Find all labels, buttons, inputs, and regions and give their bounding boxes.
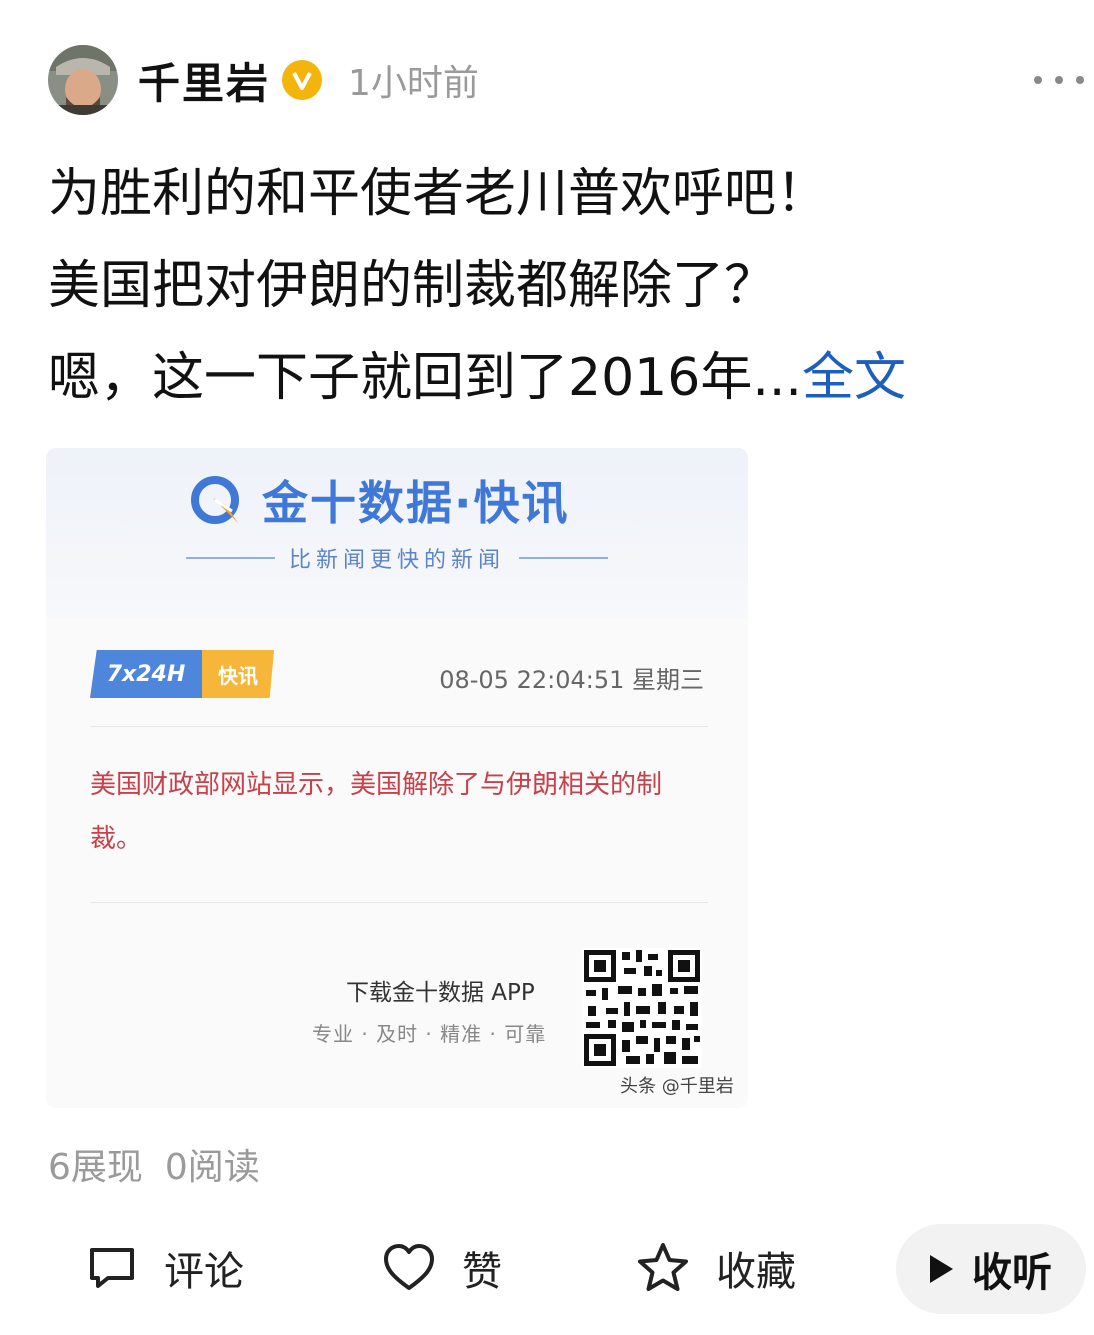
post-text: 为胜利的和平使者老川普欢呼吧！ 美国把对伊朗的制裁都解除了？ 嗯，这一下子就回到… — [48, 148, 1078, 424]
author-avatar[interactable] — [48, 45, 118, 115]
download-title: 下载金十数据 APP — [346, 980, 535, 1006]
slogan-line-right — [519, 557, 609, 559]
card-banner: 金十数据·快讯 比新闻更快的新闻 — [46, 448, 748, 618]
slogan: 比新闻更快的新闻 — [289, 548, 506, 573]
slogan-line-left — [186, 557, 275, 559]
news-text: 美国财政部网站显示，美国解除了与伊朗相关的制裁。 — [90, 770, 663, 854]
post-time: 1小时前 — [348, 63, 479, 104]
jin10-logo-icon — [191, 476, 239, 524]
watermark: 头条 @千里岩 — [620, 1076, 734, 1097]
favorite-label: 收藏 — [716, 1249, 796, 1295]
comment-button[interactable]: 评论 — [86, 1238, 244, 1298]
post-line: 嗯，这一下子就回到了2016年...全文 — [48, 332, 1078, 424]
heart-icon — [384, 1244, 434, 1290]
slogan-row: 比新闻更快的新闻 — [186, 540, 609, 576]
divider — [90, 902, 708, 903]
more-options-icon[interactable] — [1034, 60, 1084, 100]
card-body: 7x24H 快讯 08-05 22:04:51 星期三 美国财政部网站显示，美国… — [46, 618, 748, 1108]
listen-label: 收听 — [972, 1250, 1052, 1296]
flash-badge: 7x24H 快讯 — [90, 650, 274, 698]
badge-flash: 快讯 — [202, 650, 274, 698]
play-icon — [930, 1255, 953, 1283]
logo-text: 金十数据·快讯 — [262, 476, 570, 530]
post-stats: 6展现 0阅读 — [48, 1138, 260, 1190]
jin10-logo: 金十数据·快讯 — [186, 470, 569, 530]
listen-button[interactable]: 收听 — [896, 1224, 1086, 1314]
favorite-button[interactable]: 收藏 — [636, 1238, 796, 1298]
post-line-text: 嗯，这一下子就回到了2016年... — [48, 348, 802, 408]
qr-code-icon — [582, 948, 702, 1068]
action-bar: 评论 赞 收藏 收听 — [0, 1224, 1094, 1335]
like-button[interactable]: 赞 — [382, 1238, 502, 1298]
author-name[interactable]: 千里岩 — [138, 50, 270, 111]
post-line: 为胜利的和平使者老川普欢呼吧！ — [48, 164, 829, 224]
views-count: 6展现 — [48, 1147, 143, 1188]
download-subtitle: 专业 · 及时 · 精准 · 可靠 — [312, 1022, 547, 1046]
post-line: 美国把对伊朗的制裁都解除了？ — [48, 256, 777, 316]
comment-label: 评论 — [164, 1249, 244, 1295]
comment-icon — [90, 1248, 134, 1288]
news-image-card[interactable]: 金十数据·快讯 比新闻更快的新闻 7x24H 快讯 08-05 22:04:51… — [46, 448, 748, 1108]
like-label: 赞 — [462, 1249, 502, 1295]
full-text-link[interactable]: 全文 — [802, 348, 906, 408]
post-header: 千里岩 1小时前 — [48, 44, 1088, 116]
news-datetime: 08-05 22:04:51 星期三 — [439, 666, 704, 694]
reads-count: 0阅读 — [164, 1147, 260, 1188]
star-icon — [638, 1243, 688, 1291]
verified-badge-icon — [282, 60, 323, 100]
divider — [90, 726, 708, 727]
badge-7x24: 7x24H — [90, 650, 202, 698]
